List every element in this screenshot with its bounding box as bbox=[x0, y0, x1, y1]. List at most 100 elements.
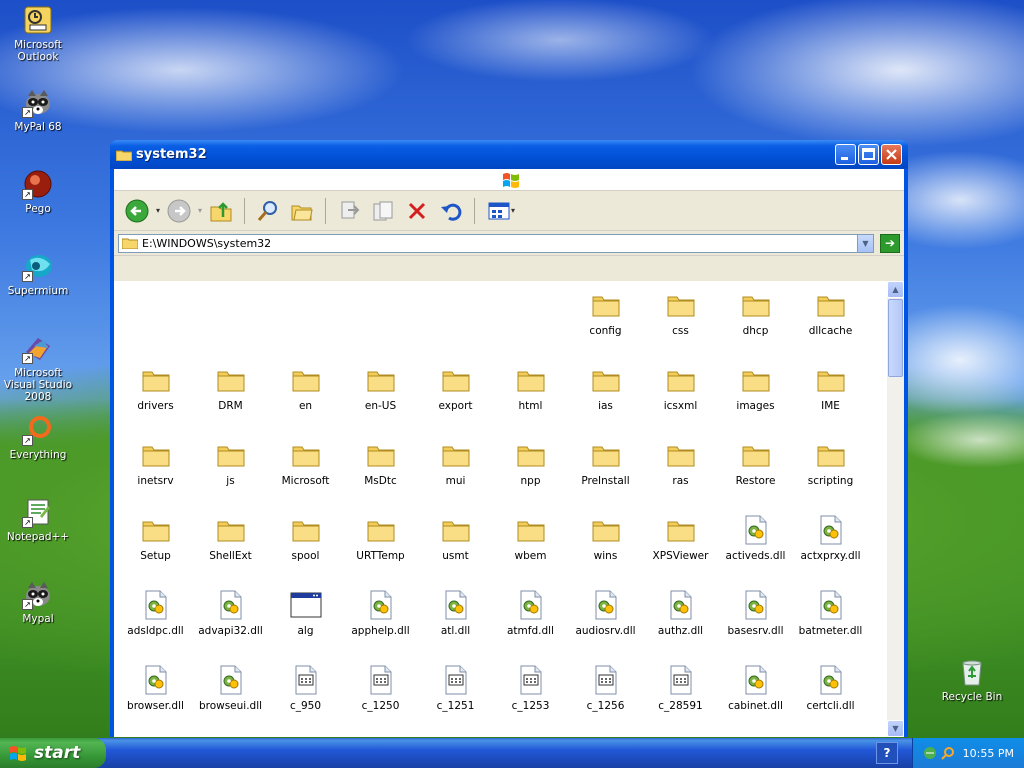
folder-item[interactable]: ias bbox=[568, 364, 643, 412]
file-item[interactable]: actxprxy.dll bbox=[793, 514, 868, 562]
explorer-window[interactable]: system32 ▾ ▾ ▾ E:\WINDOWS\system32 ▼ ➔ c… bbox=[110, 140, 908, 737]
folder-item[interactable]: css bbox=[643, 289, 718, 337]
file-item[interactable]: c_28591 bbox=[643, 664, 718, 712]
move-to-button[interactable] bbox=[334, 196, 364, 226]
file-item[interactable]: cabinet.dll bbox=[718, 664, 793, 712]
close-button[interactable] bbox=[881, 144, 902, 165]
file-item[interactable]: c_1256 bbox=[568, 664, 643, 712]
scroll-thumb[interactable] bbox=[888, 299, 903, 377]
file-item[interactable]: batmeter.dll bbox=[793, 589, 868, 637]
folder-item[interactable]: URTTemp bbox=[343, 514, 418, 562]
item-label: scripting bbox=[807, 475, 854, 487]
desktop-icon-mypal[interactable]: ↗ Mypal bbox=[0, 578, 76, 625]
file-item[interactable]: browseui.dll bbox=[193, 664, 268, 712]
address-field[interactable]: E:\WINDOWS\system32 ▼ bbox=[118, 233, 874, 253]
file-item[interactable]: authz.dll bbox=[643, 589, 718, 637]
folder-item[interactable]: dllcache bbox=[793, 289, 868, 337]
delete-button[interactable] bbox=[402, 196, 432, 226]
folder-item[interactable]: export bbox=[418, 364, 493, 412]
file-item[interactable]: advapi32.dll bbox=[193, 589, 268, 637]
folder-item[interactable]: mui bbox=[418, 439, 493, 487]
clock[interactable]: 10:55 PM bbox=[963, 747, 1014, 760]
desktop-icon-pego[interactable]: ↗ Pego bbox=[0, 168, 76, 215]
scroll-down-button[interactable]: ▼ bbox=[887, 720, 904, 737]
forward-dropdown-icon[interactable]: ▾ bbox=[198, 206, 202, 215]
folder-item[interactable]: Restore bbox=[718, 439, 793, 487]
folder-item[interactable]: XPSViewer bbox=[643, 514, 718, 562]
up-folder-button[interactable] bbox=[206, 196, 236, 226]
back-dropdown-icon[interactable]: ▾ bbox=[156, 206, 160, 215]
folder-item[interactable]: icsxml bbox=[643, 364, 718, 412]
folder-icon bbox=[365, 439, 397, 471]
folder-item[interactable]: images bbox=[718, 364, 793, 412]
folder-item[interactable]: dhcp bbox=[718, 289, 793, 337]
folders-button[interactable] bbox=[287, 196, 317, 226]
network-icon[interactable] bbox=[923, 746, 937, 760]
desktop-icon-recycle-bin[interactable]: Recycle Bin bbox=[934, 656, 1010, 703]
desktop-icon-mypal-68[interactable]: ↗ MyPal 68 bbox=[0, 86, 76, 133]
desktop-icon-supermium[interactable]: ↗ Supermium bbox=[0, 250, 76, 297]
folder-item[interactable]: drivers bbox=[118, 364, 193, 412]
folder-item[interactable]: wbem bbox=[493, 514, 568, 562]
desktop-icon-label: Pego bbox=[25, 203, 51, 215]
start-button[interactable]: start bbox=[0, 738, 106, 768]
folder-item[interactable]: Setup bbox=[118, 514, 193, 562]
folder-item[interactable]: IME bbox=[793, 364, 868, 412]
file-item[interactable]: certcli.dll bbox=[793, 664, 868, 712]
folder-item[interactable]: en bbox=[268, 364, 343, 412]
file-item[interactable]: basesrv.dll bbox=[718, 589, 793, 637]
views-button[interactable]: ▾ bbox=[483, 196, 519, 226]
file-item[interactable]: browser.dll bbox=[118, 664, 193, 712]
folder-item[interactable]: inetsrv bbox=[118, 439, 193, 487]
file-item[interactable]: c_1251 bbox=[418, 664, 493, 712]
folder-item[interactable]: MsDtc bbox=[343, 439, 418, 487]
item-label: usmt bbox=[442, 550, 469, 562]
file-item[interactable]: audiosrv.dll bbox=[568, 589, 643, 637]
file-item[interactable]: c_1250 bbox=[343, 664, 418, 712]
folder-item[interactable]: Microsoft bbox=[268, 439, 343, 487]
copy-to-button[interactable] bbox=[368, 196, 398, 226]
folder-item[interactable]: scripting bbox=[793, 439, 868, 487]
folder-item[interactable]: wins bbox=[568, 514, 643, 562]
raccoon-icon: ↗ bbox=[22, 578, 54, 610]
file-item[interactable]: atmfd.dll bbox=[493, 589, 568, 637]
desktop-icon-microsoft-outlook[interactable]: Microsoft Outlook bbox=[0, 4, 76, 63]
address-dropdown-button[interactable]: ▼ bbox=[857, 234, 873, 252]
file-item[interactable]: apphelp.dll bbox=[343, 589, 418, 637]
desktop-icon-everything[interactable]: ↗ Everything bbox=[0, 414, 76, 461]
search-button[interactable] bbox=[253, 196, 283, 226]
folder-item[interactable]: npp bbox=[493, 439, 568, 487]
file-item[interactable]: activeds.dll bbox=[718, 514, 793, 562]
maximize-button[interactable] bbox=[858, 144, 879, 165]
folder-item[interactable]: DRM bbox=[193, 364, 268, 412]
back-button[interactable] bbox=[122, 196, 152, 226]
folder-item[interactable]: html bbox=[493, 364, 568, 412]
forward-button[interactable] bbox=[164, 196, 194, 226]
folder-icon bbox=[590, 289, 622, 321]
folder-item[interactable]: en-US bbox=[343, 364, 418, 412]
window-titlebar[interactable]: system32 bbox=[110, 140, 908, 169]
folder-item[interactable]: spool bbox=[268, 514, 343, 562]
folder-item[interactable]: ras bbox=[643, 439, 718, 487]
dll-file-icon bbox=[515, 589, 547, 621]
folder-item[interactable]: ShellExt bbox=[193, 514, 268, 562]
file-item[interactable]: alg bbox=[268, 589, 343, 637]
minimize-button[interactable] bbox=[835, 144, 856, 165]
vertical-scrollbar[interactable]: ▲ ▼ bbox=[887, 281, 904, 737]
go-button[interactable]: ➔ bbox=[880, 233, 900, 253]
folder-item[interactable]: PreInstall bbox=[568, 439, 643, 487]
help-button[interactable]: ? bbox=[876, 742, 898, 764]
undo-button[interactable] bbox=[436, 196, 466, 226]
desktop-icon-notepad[interactable]: ↗ Notepad++ bbox=[0, 496, 76, 543]
dll-file-icon bbox=[740, 664, 772, 696]
search-tray-icon[interactable] bbox=[941, 746, 955, 760]
folder-item[interactable]: usmt bbox=[418, 514, 493, 562]
file-item[interactable]: atl.dll bbox=[418, 589, 493, 637]
desktop-icon-microsoft-visual-studio-2008[interactable]: ↗ Microsoft Visual Studio 2008 bbox=[0, 332, 76, 403]
file-item[interactable]: c_1253 bbox=[493, 664, 568, 712]
folder-item[interactable]: js bbox=[193, 439, 268, 487]
folder-item[interactable]: config bbox=[568, 289, 643, 337]
file-item[interactable]: adsldpc.dll bbox=[118, 589, 193, 637]
file-item[interactable]: c_950 bbox=[268, 664, 343, 712]
scroll-up-button[interactable]: ▲ bbox=[887, 281, 904, 298]
